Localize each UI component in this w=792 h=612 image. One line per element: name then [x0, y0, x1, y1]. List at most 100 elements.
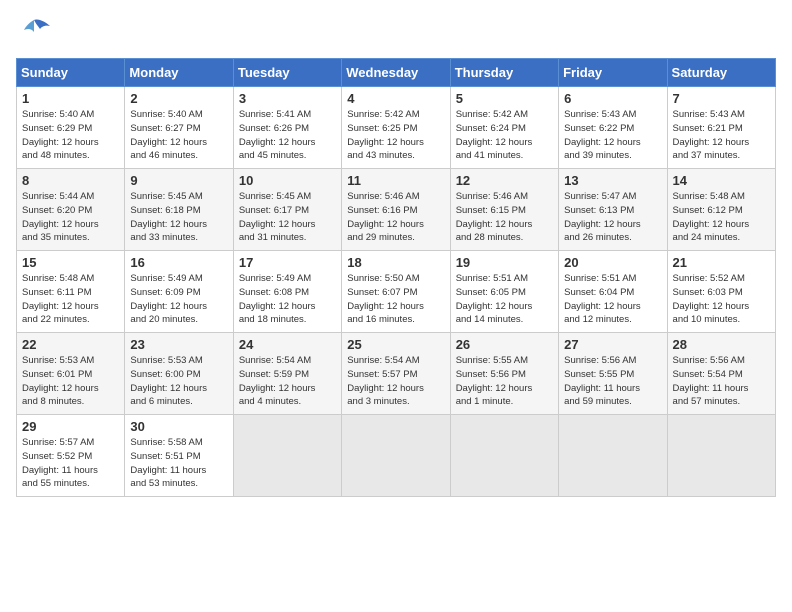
calendar-table: SundayMondayTuesdayWednesdayThursdayFrid…: [16, 58, 776, 497]
day-detail: Sunrise: 5:53 AMSunset: 6:00 PMDaylight:…: [130, 354, 227, 409]
day-number: 23: [130, 337, 227, 352]
day-detail: Sunrise: 5:51 AMSunset: 6:04 PMDaylight:…: [564, 272, 661, 327]
calendar-cell: 17 Sunrise: 5:49 AMSunset: 6:08 PMDayligh…: [233, 251, 341, 333]
day-number: 19: [456, 255, 553, 270]
page-header: [16, 16, 776, 48]
day-number: 7: [673, 91, 770, 106]
calendar-row: 22 Sunrise: 5:53 AMSunset: 6:01 PMDayligh…: [17, 333, 776, 415]
calendar-cell: 27 Sunrise: 5:56 AMSunset: 5:55 PMDayligh…: [559, 333, 667, 415]
day-detail: Sunrise: 5:47 AMSunset: 6:13 PMDaylight:…: [564, 190, 661, 245]
calendar-cell: 28 Sunrise: 5:56 AMSunset: 5:54 PMDayligh…: [667, 333, 775, 415]
calendar-cell: 15 Sunrise: 5:48 AMSunset: 6:11 PMDayligh…: [17, 251, 125, 333]
day-detail: Sunrise: 5:53 AMSunset: 6:01 PMDaylight:…: [22, 354, 119, 409]
day-number: 30: [130, 419, 227, 434]
calendar-cell: [559, 415, 667, 497]
day-number: 21: [673, 255, 770, 270]
weekday-header: Saturday: [667, 59, 775, 87]
day-number: 24: [239, 337, 336, 352]
day-number: 9: [130, 173, 227, 188]
calendar-cell: 24 Sunrise: 5:54 AMSunset: 5:59 PMDayligh…: [233, 333, 341, 415]
weekday-header: Friday: [559, 59, 667, 87]
day-detail: Sunrise: 5:42 AMSunset: 6:25 PMDaylight:…: [347, 108, 444, 163]
day-number: 18: [347, 255, 444, 270]
logo-icon: [16, 16, 52, 48]
day-detail: Sunrise: 5:43 AMSunset: 6:21 PMDaylight:…: [673, 108, 770, 163]
day-number: 14: [673, 173, 770, 188]
day-number: 13: [564, 173, 661, 188]
day-number: 2: [130, 91, 227, 106]
logo: [16, 16, 56, 48]
day-number: 27: [564, 337, 661, 352]
calendar-cell: 21 Sunrise: 5:52 AMSunset: 6:03 PMDayligh…: [667, 251, 775, 333]
day-detail: Sunrise: 5:52 AMSunset: 6:03 PMDaylight:…: [673, 272, 770, 327]
calendar-cell: 13 Sunrise: 5:47 AMSunset: 6:13 PMDayligh…: [559, 169, 667, 251]
calendar-cell: 6Sunrise: 5:43 AMSunset: 6:22 PMDaylight…: [559, 87, 667, 169]
calendar-cell: 1 Sunrise: 5:40 AMSunset: 6:29 PMDaylight…: [17, 87, 125, 169]
day-detail: Sunrise: 5:46 AMSunset: 6:16 PMDaylight:…: [347, 190, 444, 245]
weekday-header-row: SundayMondayTuesdayWednesdayThursdayFrid…: [17, 59, 776, 87]
day-detail: Sunrise: 5:49 AMSunset: 6:08 PMDaylight:…: [239, 272, 336, 327]
calendar-cell: [667, 415, 775, 497]
calendar-cell: 20 Sunrise: 5:51 AMSunset: 6:04 PMDayligh…: [559, 251, 667, 333]
day-detail: Sunrise: 5:57 AMSunset: 5:52 PMDaylight:…: [22, 436, 119, 491]
calendar-cell: 25 Sunrise: 5:54 AMSunset: 5:57 PMDayligh…: [342, 333, 450, 415]
calendar-cell: 11 Sunrise: 5:46 AMSunset: 6:16 PMDayligh…: [342, 169, 450, 251]
calendar-row: 15 Sunrise: 5:48 AMSunset: 6:11 PMDayligh…: [17, 251, 776, 333]
day-detail: Sunrise: 5:54 AMSunset: 5:59 PMDaylight:…: [239, 354, 336, 409]
day-number: 26: [456, 337, 553, 352]
calendar-cell: [233, 415, 341, 497]
calendar-row: 8Sunrise: 5:44 AMSunset: 6:20 PMDaylight…: [17, 169, 776, 251]
weekday-header: Thursday: [450, 59, 558, 87]
day-number: 8: [22, 173, 119, 188]
day-detail: Sunrise: 5:45 AMSunset: 6:18 PMDaylight:…: [130, 190, 227, 245]
calendar-cell: 16Sunrise: 5:49 AMSunset: 6:09 PMDayligh…: [125, 251, 233, 333]
day-detail: Sunrise: 5:40 AMSunset: 6:27 PMDaylight:…: [130, 108, 227, 163]
calendar-cell: 26 Sunrise: 5:55 AMSunset: 5:56 PMDayligh…: [450, 333, 558, 415]
weekday-header: Tuesday: [233, 59, 341, 87]
day-detail: Sunrise: 5:43 AMSunset: 6:22 PMDaylight:…: [564, 108, 661, 163]
day-detail: Sunrise: 5:41 AMSunset: 6:26 PMDaylight:…: [239, 108, 336, 163]
weekday-header: Wednesday: [342, 59, 450, 87]
calendar-cell: 8Sunrise: 5:44 AMSunset: 6:20 PMDaylight…: [17, 169, 125, 251]
day-detail: Sunrise: 5:58 AMSunset: 5:51 PMDaylight:…: [130, 436, 227, 491]
day-number: 5: [456, 91, 553, 106]
day-number: 17: [239, 255, 336, 270]
day-detail: Sunrise: 5:51 AMSunset: 6:05 PMDaylight:…: [456, 272, 553, 327]
day-number: 25: [347, 337, 444, 352]
calendar-cell: 10Sunrise: 5:45 AMSunset: 6:17 PMDayligh…: [233, 169, 341, 251]
calendar-cell: 12Sunrise: 5:46 AMSunset: 6:15 PMDayligh…: [450, 169, 558, 251]
day-detail: Sunrise: 5:50 AMSunset: 6:07 PMDaylight:…: [347, 272, 444, 327]
day-detail: Sunrise: 5:45 AMSunset: 6:17 PMDaylight:…: [239, 190, 336, 245]
day-detail: Sunrise: 5:42 AMSunset: 6:24 PMDaylight:…: [456, 108, 553, 163]
day-number: 3: [239, 91, 336, 106]
calendar-cell: 29Sunrise: 5:57 AMSunset: 5:52 PMDayligh…: [17, 415, 125, 497]
day-number: 11: [347, 173, 444, 188]
calendar-cell: 9 Sunrise: 5:45 AMSunset: 6:18 PMDaylight…: [125, 169, 233, 251]
calendar-row: 1 Sunrise: 5:40 AMSunset: 6:29 PMDaylight…: [17, 87, 776, 169]
calendar-cell: [342, 415, 450, 497]
day-number: 22: [22, 337, 119, 352]
calendar-cell: 2 Sunrise: 5:40 AMSunset: 6:27 PMDaylight…: [125, 87, 233, 169]
calendar-cell: 7 Sunrise: 5:43 AMSunset: 6:21 PMDaylight…: [667, 87, 775, 169]
calendar-cell: 3 Sunrise: 5:41 AMSunset: 6:26 PMDaylight…: [233, 87, 341, 169]
calendar-cell: [450, 415, 558, 497]
day-number: 4: [347, 91, 444, 106]
day-detail: Sunrise: 5:54 AMSunset: 5:57 PMDaylight:…: [347, 354, 444, 409]
day-detail: Sunrise: 5:55 AMSunset: 5:56 PMDaylight:…: [456, 354, 553, 409]
calendar-cell: 19 Sunrise: 5:51 AMSunset: 6:05 PMDayligh…: [450, 251, 558, 333]
day-number: 1: [22, 91, 119, 106]
day-detail: Sunrise: 5:48 AMSunset: 6:11 PMDaylight:…: [22, 272, 119, 327]
weekday-header: Monday: [125, 59, 233, 87]
calendar-cell: 5 Sunrise: 5:42 AMSunset: 6:24 PMDaylight…: [450, 87, 558, 169]
day-detail: Sunrise: 5:49 AMSunset: 6:09 PMDaylight:…: [130, 272, 227, 327]
day-number: 28: [673, 337, 770, 352]
day-detail: Sunrise: 5:56 AMSunset: 5:54 PMDaylight:…: [673, 354, 770, 409]
day-number: 15: [22, 255, 119, 270]
calendar-row: 29Sunrise: 5:57 AMSunset: 5:52 PMDayligh…: [17, 415, 776, 497]
day-number: 20: [564, 255, 661, 270]
day-detail: Sunrise: 5:40 AMSunset: 6:29 PMDaylight:…: [22, 108, 119, 163]
weekday-header: Sunday: [17, 59, 125, 87]
calendar-cell: 23 Sunrise: 5:53 AMSunset: 6:00 PMDayligh…: [125, 333, 233, 415]
day-detail: Sunrise: 5:56 AMSunset: 5:55 PMDaylight:…: [564, 354, 661, 409]
calendar-cell: 14Sunrise: 5:48 AMSunset: 6:12 PMDayligh…: [667, 169, 775, 251]
